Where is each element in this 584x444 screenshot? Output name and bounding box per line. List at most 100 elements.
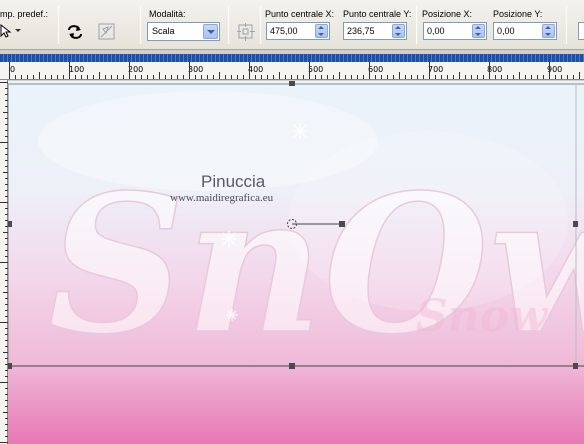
ruler-tick — [171, 75, 172, 79]
ruler-tick — [519, 72, 520, 79]
ruler-tick — [291, 75, 292, 79]
pos-y-field[interactable]: 0,00 — [493, 22, 557, 40]
ruler-tick — [315, 75, 316, 79]
ruler-tick — [243, 75, 244, 79]
ruler-tick — [297, 75, 298, 79]
toolbar-separator — [260, 6, 261, 44]
flip-arrows-icon — [68, 25, 82, 39]
ruler-tick — [495, 75, 496, 79]
ruler-tick — [33, 75, 34, 79]
ruler-tick — [21, 75, 22, 79]
ruler-tick — [285, 75, 286, 79]
horizontal-ruler: 0 100 200 300 400 500 600 700 800 900 — [0, 62, 584, 80]
ruler-tick — [573, 75, 574, 79]
bottom-mid-handle[interactable] — [289, 363, 295, 369]
truncated-field[interactable] — [578, 22, 584, 40]
ruler-tick — [189, 62, 190, 79]
reset-transform-button[interactable] — [96, 21, 118, 43]
ruler-tick — [159, 72, 160, 79]
pos-x-field[interactable]: 0,00 — [423, 22, 487, 40]
ruler-tick — [69, 62, 70, 79]
center-y-value: 236,75 — [347, 26, 375, 36]
center-x-value: 475,00 — [270, 26, 298, 36]
image-canvas[interactable]: SnOw Snow Pinuccia www.maidiregrafica.eu — [8, 81, 584, 444]
ruler-tick — [39, 72, 40, 79]
watermark-url: www.maidiregrafica.eu — [170, 192, 274, 204]
ruler-tick — [333, 75, 334, 79]
center-x-label: Punto centrale X: — [265, 9, 335, 19]
ruler-tick — [153, 75, 154, 79]
ruler-tick — [45, 75, 46, 79]
ruler-tick — [507, 75, 508, 79]
watermark-name: Pinuccia — [201, 172, 266, 191]
ruler-tick — [177, 75, 178, 79]
center-x-spinner[interactable] — [315, 24, 328, 38]
snowflake-icon — [292, 123, 308, 139]
ruler-tick — [303, 75, 304, 79]
center-pick-button[interactable] — [235, 21, 257, 43]
ruler-tick — [267, 75, 268, 79]
ruler-tick — [213, 75, 214, 79]
ruler-tick — [555, 75, 556, 79]
ruler-label: 500 — [308, 65, 324, 74]
ruler-tick — [273, 75, 274, 79]
preset-pointer-icon — [0, 23, 21, 38]
ruler-tick — [15, 75, 16, 79]
ruler-tick — [429, 62, 430, 79]
ruler-tick — [477, 75, 478, 79]
toolbar-separator — [140, 6, 141, 44]
center-y-label: Punto centrale Y: — [343, 9, 412, 19]
right-mid-handle[interactable] — [573, 221, 578, 227]
center-y-field[interactable]: 236,75 — [343, 22, 407, 40]
ruler-tick — [435, 75, 436, 79]
ruler-tick — [165, 75, 166, 79]
top-mid-handle[interactable] — [289, 81, 295, 86]
center-y-spinner[interactable] — [392, 24, 405, 38]
canvas-artwork: SnOw Snow Pinuccia www.maidiregrafica.eu — [8, 81, 584, 377]
mode-select[interactable]: Scala — [147, 22, 220, 41]
ruler-tick — [381, 75, 382, 79]
left-mid-handle[interactable] — [8, 221, 12, 227]
pos-x-spinner[interactable] — [472, 24, 485, 38]
bottom-left-handle[interactable] — [8, 363, 12, 369]
ruler-tick — [525, 75, 526, 79]
rotation-handle[interactable] — [339, 221, 345, 227]
preset-dropdown-button[interactable] — [0, 22, 24, 40]
pos-y-label: Posizione Y: — [493, 9, 543, 19]
ruler-tick — [549, 62, 550, 79]
ruler-tick — [129, 62, 130, 79]
ruler-label: 400 — [248, 65, 264, 74]
ruler-tick — [0, 322, 8, 323]
ruler-tick — [123, 75, 124, 79]
ruler-tick — [489, 62, 490, 79]
toolbar-separator — [566, 6, 567, 44]
center-x-field[interactable]: 475,00 — [266, 22, 330, 40]
ruler-tick — [417, 75, 418, 79]
vertical-ruler — [0, 80, 8, 444]
bottom-right-handle[interactable] — [573, 363, 578, 369]
chevron-down-icon[interactable] — [203, 24, 218, 39]
ruler-tick — [27, 75, 28, 79]
preset-label: mp. predef.: — [0, 9, 49, 19]
ruler-tick — [351, 75, 352, 79]
ruler-tick — [441, 75, 442, 79]
pos-y-spinner[interactable] — [542, 24, 555, 38]
ruler-tick — [375, 75, 376, 79]
ruler-label: 0 — [10, 65, 16, 74]
ruler-tick — [447, 75, 448, 79]
image-window-titlebar[interactable] — [0, 54, 584, 62]
ruler-tick — [117, 75, 118, 79]
ruler-tick — [0, 202, 8, 203]
ruler-tick — [357, 75, 358, 79]
mode-label: Modalità: — [149, 9, 186, 19]
ruler-tick — [369, 62, 370, 79]
ruler-tick — [339, 72, 340, 79]
ruler-tick — [459, 72, 460, 79]
flip-button[interactable] — [64, 21, 86, 43]
ruler-tick — [423, 75, 424, 79]
ruler-tick — [387, 75, 388, 79]
ruler-tick — [513, 75, 514, 79]
ruler-tick — [411, 75, 412, 79]
pos-y-value: 0,00 — [497, 26, 515, 36]
pos-x-value: 0,00 — [427, 26, 445, 36]
